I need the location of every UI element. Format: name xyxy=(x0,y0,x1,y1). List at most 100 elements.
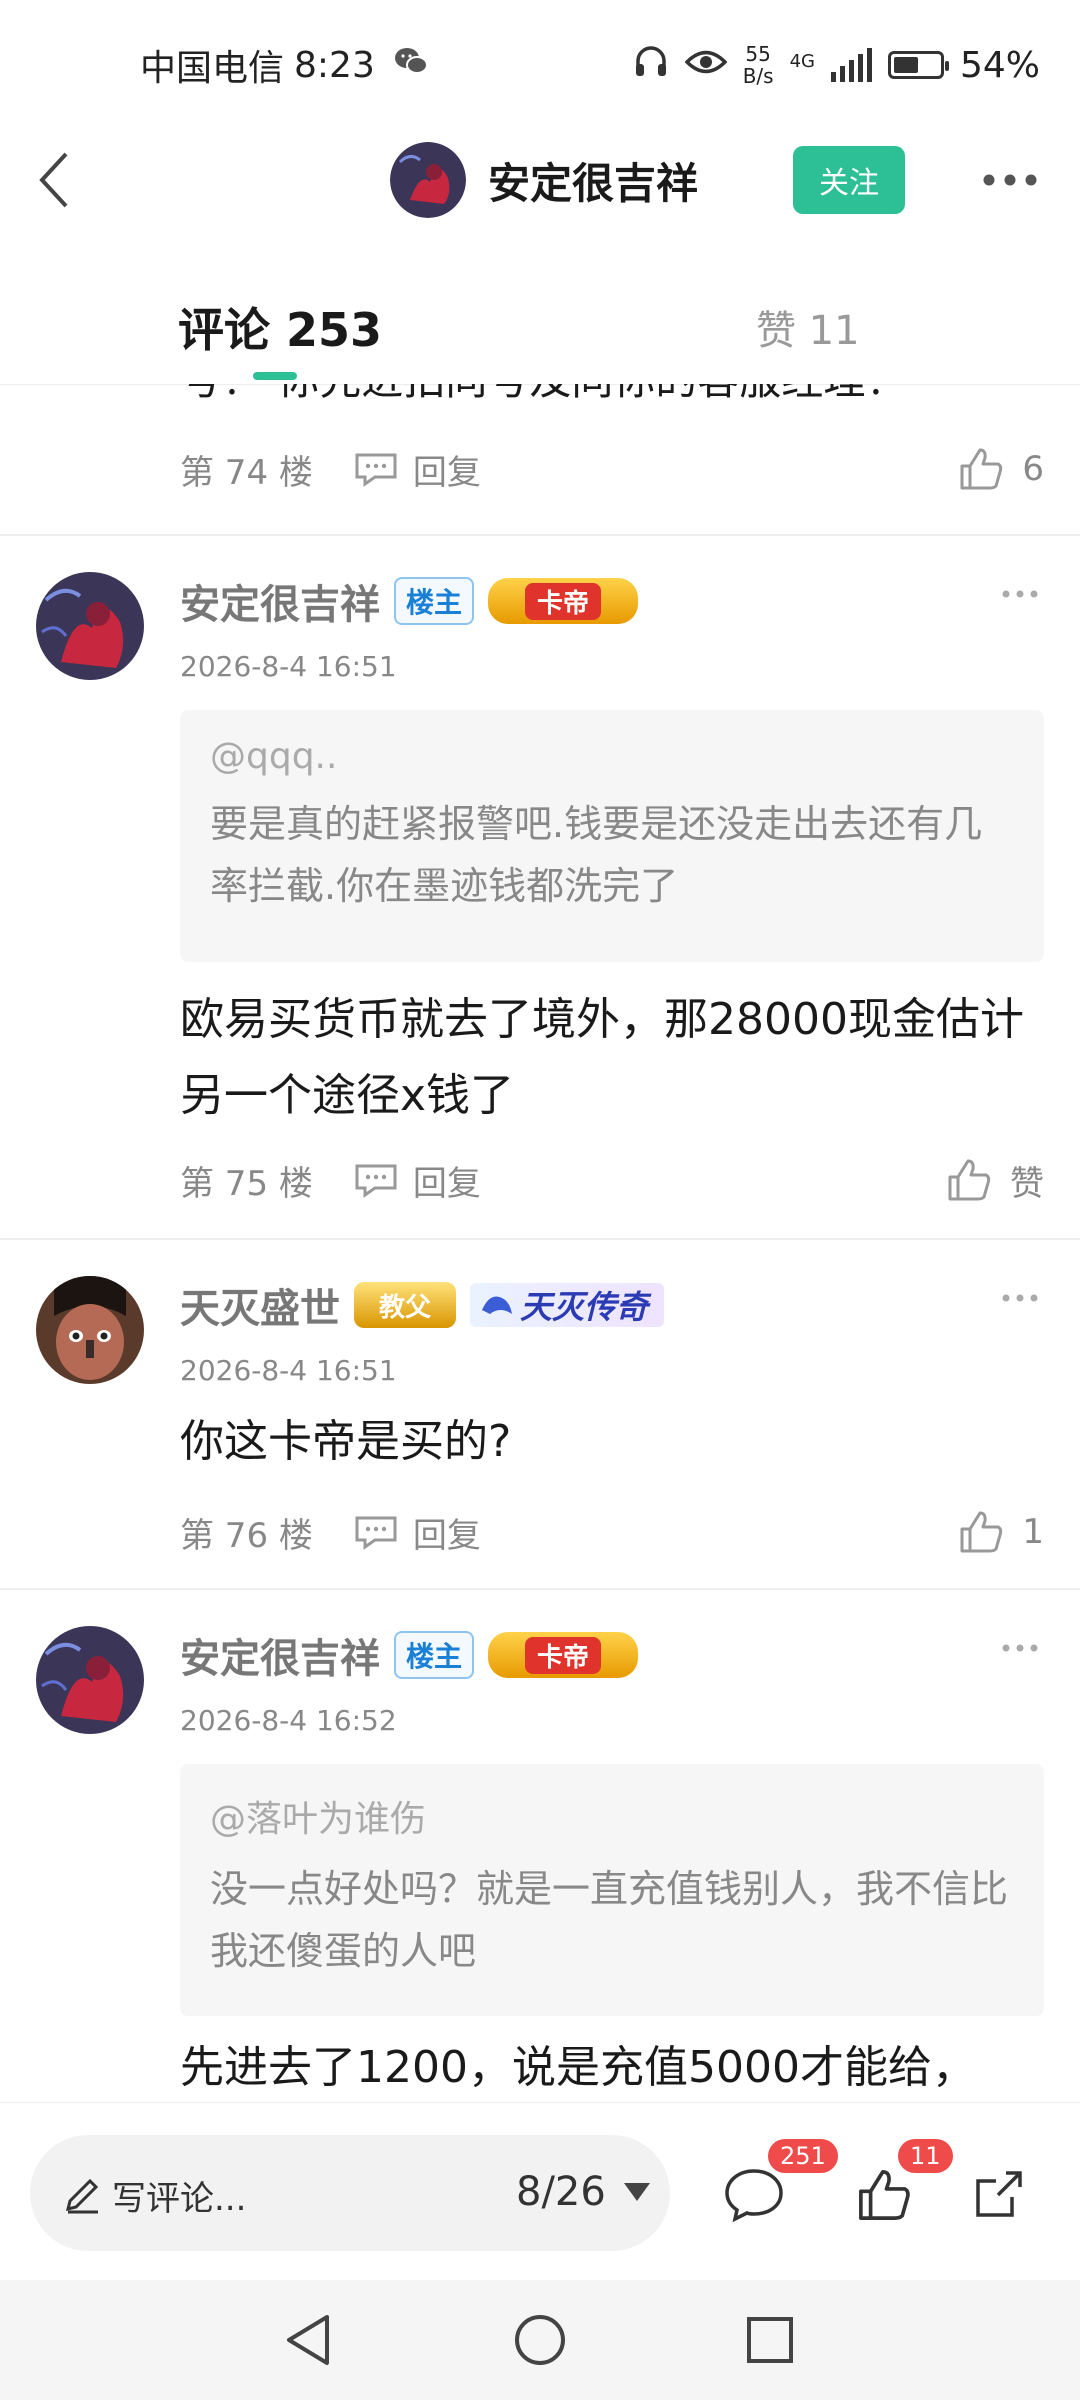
reply-button[interactable]: 回复 xyxy=(353,1508,481,1557)
author-name[interactable]: 安定很吉祥 xyxy=(180,1626,380,1684)
like-count: 赞 xyxy=(1010,1163,1044,1204)
thumbs-up-icon xyxy=(960,1511,1003,1553)
partial-comment-text: 号？ 你先进拍同号及同你的客服经理！ xyxy=(180,384,907,407)
tab-comments[interactable]: 评论 253 xyxy=(178,294,382,360)
reply-label: 回复 xyxy=(412,1163,481,1204)
comment-author: 安定很吉祥 楼主 卡帝 xyxy=(180,572,639,630)
share-icon xyxy=(976,2171,1022,2217)
battery-percent: 54% xyxy=(959,44,1040,86)
quoted-user: @落叶为谁伤 xyxy=(210,1799,427,1840)
like-button[interactable]: 6 xyxy=(958,439,1044,499)
comment-more-button[interactable] xyxy=(995,1633,1045,1663)
tab-indicator xyxy=(253,372,297,380)
thumbs-up-icon xyxy=(948,1159,991,1201)
page-indicator[interactable]: 8/26 xyxy=(516,2169,606,2215)
bottom-action-bar: 写评论... 8/26 251 11 xyxy=(0,2102,1080,2281)
triangle-back-icon xyxy=(287,2315,329,2365)
title-badge: 卡帝 xyxy=(488,1632,639,1678)
status-left: 中国电信 8:23 xyxy=(140,39,429,91)
author-name[interactable]: 安定很吉祥 xyxy=(180,572,380,630)
comment-meta: 第 76 楼 回复 xyxy=(180,1502,481,1562)
title-badge-text: 卡帝 xyxy=(525,1636,602,1674)
comment-text: 你这卡帝是买的? xyxy=(180,1416,512,1467)
comment-time: 2026-8-4 16:52 xyxy=(180,1704,397,1737)
title-badge: 卡帝 xyxy=(488,578,639,624)
comments-button[interactable] xyxy=(722,2163,786,2227)
like-button[interactable]: 1 xyxy=(958,1502,1044,1562)
status-right: 55 B/s 4G 54% xyxy=(633,43,1040,87)
signal-icon xyxy=(830,48,872,82)
tab-likes[interactable]: 赞 11 xyxy=(756,298,860,356)
legend-badge: 天灭传奇 xyxy=(470,1283,665,1327)
like-count-badge: 11 xyxy=(898,2139,953,2173)
pencil-icon xyxy=(65,2178,99,2214)
write-comment-placeholder: 写评论... xyxy=(112,2179,247,2219)
comment-more-button[interactable] xyxy=(995,1283,1045,1313)
legend-badge-text: 天灭传奇 xyxy=(520,1288,649,1326)
network-type: 4G xyxy=(789,51,815,72)
comment-time: 2026-8-4 16:51 xyxy=(180,650,397,683)
more-options-button[interactable] xyxy=(975,150,1045,210)
reply-label: 回复 xyxy=(412,1515,481,1556)
headphones-icon xyxy=(633,44,669,87)
quoted-text: 没一点好处吗？就是一直充值钱别人，我不信比我还傻蛋的人吧 xyxy=(210,1867,1009,1973)
avatar[interactable] xyxy=(36,1626,144,1734)
floor-label: 第 76 楼 xyxy=(180,1515,313,1556)
like-post-button[interactable] xyxy=(852,2163,916,2227)
more-icon xyxy=(983,174,1037,186)
reply-button[interactable]: 回复 xyxy=(353,1156,481,1205)
reply-button[interactable]: 回复 xyxy=(353,445,481,494)
write-comment-box[interactable]: 写评论... 8/26 xyxy=(30,2135,670,2251)
comment-author: 天灭盛世 教父 天灭传奇 xyxy=(180,1276,665,1334)
system-back-button[interactable] xyxy=(278,2310,338,2370)
follow-button[interactable]: 关注 xyxy=(793,146,905,214)
quoted-comment[interactable]: @qqq.. 要是真的赶紧报警吧.钱要是还没走出去还有几率拦截.你在墨迹钱都洗完… xyxy=(180,710,1044,962)
comment-author: 安定很吉祥 楼主 卡帝 xyxy=(180,1626,639,1684)
title-badge-text: 卡帝 xyxy=(525,582,602,620)
circle-home-icon xyxy=(515,2315,565,2365)
back-button[interactable] xyxy=(24,150,84,210)
battery-fill xyxy=(893,57,918,73)
user-avatar xyxy=(390,142,466,218)
comment-bubble-icon xyxy=(725,2169,783,2223)
net-speed-value: 55 xyxy=(745,42,771,66)
reply-icon xyxy=(355,1164,397,1198)
comment-more-button[interactable] xyxy=(995,579,1045,609)
comment-item: 安定很吉祥 楼主 卡帝 2026-8-4 16:51 @qqq.. 要是真的赶紧… xyxy=(0,534,1080,1204)
host-badge: 楼主 xyxy=(394,577,475,625)
eye-icon xyxy=(684,45,728,86)
thumbs-up-icon xyxy=(859,2170,910,2220)
dragon-icon xyxy=(482,1296,512,1314)
net-speed-unit: B/s xyxy=(742,64,774,88)
caret-down-icon[interactable] xyxy=(624,2183,650,2201)
like-count: 1 xyxy=(1022,1512,1044,1552)
nav-user[interactable]: 安定很吉祥 xyxy=(390,142,698,218)
host-badge: 楼主 xyxy=(394,1631,475,1679)
more-icon xyxy=(1002,590,1038,598)
quoted-text: 要是真的赶紧报警吧.钱要是还没走出去还有几率拦截.你在墨迹钱都洗完了 xyxy=(210,802,983,908)
wechat-icon xyxy=(393,45,429,86)
comment-time: 2026-8-4 16:51 xyxy=(180,1354,397,1387)
system-recents-button[interactable] xyxy=(740,2310,800,2370)
system-home-button[interactable] xyxy=(510,2310,570,2370)
like-count: 6 xyxy=(1022,449,1044,489)
avatar[interactable] xyxy=(36,572,144,680)
more-icon xyxy=(1002,1294,1038,1302)
like-button[interactable]: 赞 xyxy=(946,1150,1044,1210)
chevron-left-icon xyxy=(39,152,68,208)
author-name[interactable]: 天灭盛世 xyxy=(180,1276,340,1334)
clock: 8:23 xyxy=(294,44,375,86)
more-icon xyxy=(1002,1644,1038,1652)
comment-count-badge: 251 xyxy=(768,2139,838,2173)
floor-label: 第 75 楼 xyxy=(180,1163,313,1204)
title-badge: 教父 xyxy=(354,1282,456,1328)
tab-bar: 评论 253 赞 11 xyxy=(0,270,1080,385)
quoted-comment[interactable]: @落叶为谁伤 没一点好处吗？就是一直充值钱别人，我不信比我还傻蛋的人吧 xyxy=(180,1764,1044,2016)
comment-item: 安定很吉祥 楼主 卡帝 2026-8-4 16:52 @落叶为谁伤 没一点好处吗… xyxy=(0,1588,1080,2102)
comment-feed[interactable]: 号？ 你先进拍同号及同你的客服经理！ 第 74 楼 回复 6 安定很吉祥 楼主 … xyxy=(0,384,1080,2102)
share-button[interactable] xyxy=(966,2163,1030,2227)
quoted-user: @qqq.. xyxy=(210,736,338,777)
net-speed: 55 B/s xyxy=(743,43,774,87)
avatar[interactable] xyxy=(36,1276,144,1384)
comment-text: 先进去了1200，说是充值5000才能给， xyxy=(180,2042,976,2093)
